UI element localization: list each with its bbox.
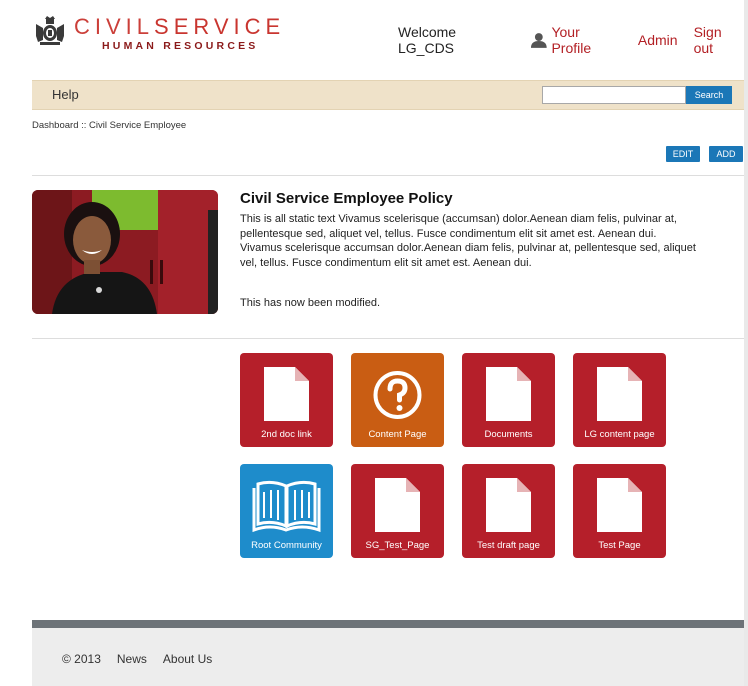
- edit-button[interactable]: EDIT: [666, 146, 700, 162]
- logo-subtitle: HUMAN RESOURCES: [102, 40, 259, 52]
- tile-label: Documents: [484, 429, 533, 440]
- add-button[interactable]: ADD: [709, 146, 743, 162]
- tile-label: Root Community: [251, 540, 322, 551]
- about-us-link[interactable]: About Us: [163, 652, 212, 666]
- footer-bar: [32, 620, 744, 628]
- tile-test-draft-page[interactable]: Test draft page: [462, 464, 555, 558]
- question-icon: [373, 371, 422, 419]
- tile-documents[interactable]: Documents: [462, 353, 555, 447]
- user-icon: [530, 33, 547, 48]
- divider: [32, 175, 744, 176]
- tile-label: 2nd doc link: [261, 429, 312, 440]
- breadcrumb: Dashboard :: Civil Service Employee: [32, 120, 187, 131]
- tile-sg-test-page[interactable]: SG_Test_Page: [351, 464, 444, 558]
- tile-2nd-doc-link[interactable]: 2nd doc link: [240, 353, 333, 447]
- admin-link[interactable]: Admin: [638, 32, 678, 48]
- copyright-text: © 2013: [62, 652, 101, 666]
- document-icon: [264, 367, 309, 421]
- document-icon: [486, 478, 531, 532]
- divider: [32, 338, 744, 339]
- policy-title: Civil Service Employee Policy: [240, 190, 453, 207]
- policy-body: This is all static text Vivamus sceleris…: [240, 213, 696, 269]
- sign-out-link[interactable]: Sign out: [694, 24, 744, 56]
- welcome-text: Welcome LG_CDS: [398, 24, 457, 56]
- employee-photo: [32, 190, 218, 314]
- tile-content-page[interactable]: Content Page: [351, 353, 444, 447]
- policy-modified-note: This has now been modified.: [240, 297, 381, 309]
- footer: © 2013 News About Us: [32, 628, 744, 686]
- book-icon: [252, 480, 321, 533]
- document-icon: [597, 367, 642, 421]
- tile-label: Content Page: [368, 429, 427, 440]
- tile-label: SG_Test_Page: [365, 540, 430, 551]
- tile-lg-content-page[interactable]: LG content page: [573, 353, 666, 447]
- search-button[interactable]: Search: [686, 86, 732, 104]
- tile-root-community[interactable]: Root Community: [240, 464, 333, 558]
- page: CIVILSERVICE HUMAN RESOURCES Welcome LG_…: [0, 0, 744, 686]
- tile-label: LG content page: [584, 429, 655, 440]
- search-input[interactable]: [542, 86, 686, 104]
- page-edge: [744, 0, 748, 686]
- logo-word-service: SERVICE: [154, 14, 286, 39]
- tile-test-page[interactable]: Test Page: [573, 464, 666, 558]
- tile-label: Test draft page: [477, 540, 540, 551]
- help-menu-item[interactable]: Help: [52, 87, 79, 102]
- document-icon: [486, 367, 531, 421]
- site-logo[interactable]: CIVILSERVICE HUMAN RESOURCES: [32, 16, 285, 52]
- news-link[interactable]: News: [117, 652, 147, 666]
- document-icon: [375, 478, 420, 532]
- crest-icon: [36, 16, 64, 45]
- menu-bar: Help Search: [32, 80, 744, 110]
- top-nav: Welcome LG_CDS Your Profile Admin Sign o…: [398, 24, 744, 56]
- tile-label: Test Page: [598, 540, 641, 551]
- your-profile-link[interactable]: Your Profile: [530, 24, 622, 56]
- logo-word-civil: CIVIL: [74, 14, 155, 39]
- document-icon: [597, 478, 642, 532]
- your-profile-label[interactable]: Your Profile: [551, 24, 621, 56]
